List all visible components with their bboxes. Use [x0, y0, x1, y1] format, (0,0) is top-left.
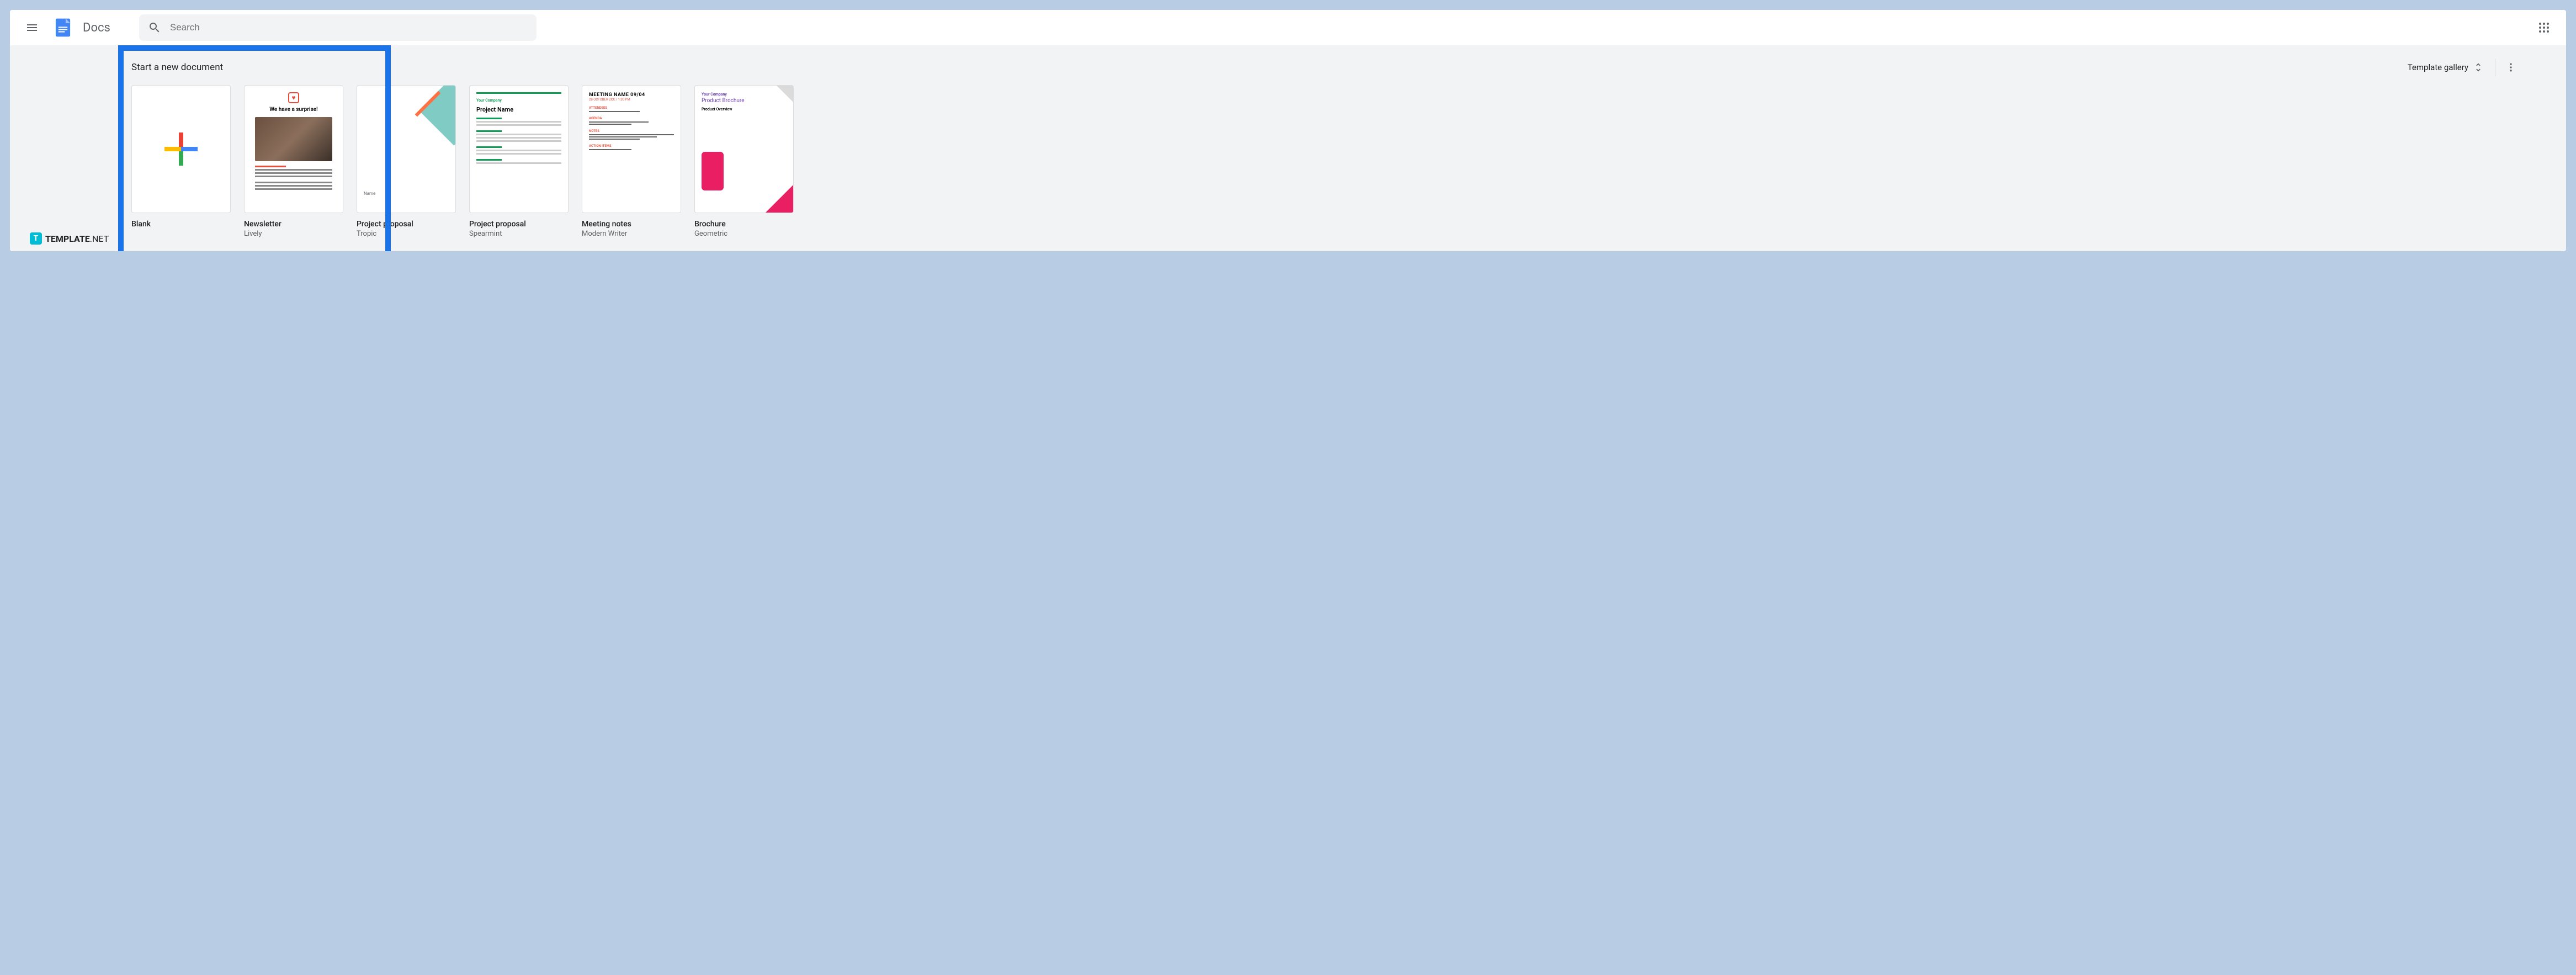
template-subtitle: Modern Writer — [582, 230, 681, 238]
google-apps-button[interactable] — [2531, 14, 2557, 41]
more-vert-icon — [2505, 62, 2516, 73]
watermark: T TEMPLATE.NET — [30, 232, 109, 245]
template-thumb-brochure: Your Company Product Brochure Product Ov… — [694, 85, 794, 213]
template-title: Meeting notes — [582, 220, 681, 229]
template-project-proposal-tropic[interactable]: Name Project proposal Tropic — [357, 85, 456, 238]
main-menu-button[interactable] — [19, 14, 45, 41]
template-gallery-button[interactable]: Template gallery — [2401, 57, 2490, 77]
template-title: Newsletter — [244, 220, 343, 229]
gallery-controls: Template gallery — [2401, 56, 2522, 78]
app-name: Docs — [83, 21, 110, 35]
template-subtitle: Tropic — [357, 230, 456, 238]
plus-icon — [164, 133, 198, 166]
watermark-badge: T — [30, 232, 42, 245]
hamburger-icon — [25, 21, 39, 34]
template-brochure[interactable]: Your Company Product Brochure Product Ov… — [694, 85, 794, 238]
docs-logo-icon — [53, 18, 73, 38]
template-title: Project proposal — [357, 220, 456, 229]
template-title: Project proposal — [469, 220, 569, 229]
search-bar[interactable] — [139, 14, 537, 41]
watermark-text: TEMPLATE.NET — [45, 234, 109, 244]
section-title: Start a new document — [131, 62, 223, 73]
docs-logo[interactable] — [52, 17, 74, 39]
template-subtitle: Geometric — [694, 230, 794, 238]
gallery-label: Template gallery — [2408, 62, 2468, 72]
more-options-button[interactable] — [2500, 56, 2522, 78]
template-title: Brochure — [694, 220, 794, 229]
templates-header: Start a new document Template gallery — [10, 54, 2566, 81]
template-newsletter[interactable]: ♥ We have a surprise! Newsletter Lively — [244, 85, 343, 238]
template-thumb-newsletter: ♥ We have a surprise! — [244, 85, 343, 213]
template-meeting-notes[interactable]: MEETING NAME 09/04 28 OCTOBER 2XX / 1:30… — [582, 85, 681, 238]
search-icon — [148, 21, 161, 34]
templates-row: Blank ♥ We have a surprise! N — [10, 85, 2566, 238]
unfold-more-icon — [2473, 62, 2484, 73]
template-title: Blank — [131, 220, 231, 229]
template-thumb-tropic: Name — [357, 85, 456, 213]
app-frame: Docs Start a new document Template galle… — [10, 10, 2566, 251]
template-thumb-meeting-notes: MEETING NAME 09/04 28 OCTOBER 2XX / 1:30… — [582, 85, 681, 213]
template-thumb-blank — [131, 85, 231, 213]
apps-grid-icon — [2537, 21, 2551, 34]
heart-icon: ♥ — [288, 92, 299, 103]
template-subtitle: Lively — [244, 230, 343, 238]
template-subtitle: Spearmint — [469, 230, 569, 238]
templates-section: Start a new document Template gallery — [10, 45, 2566, 251]
template-blank[interactable]: Blank — [131, 85, 231, 238]
header-bar: Docs — [10, 10, 2566, 45]
template-project-proposal-spearmint[interactable]: Your Company Project Name — [469, 85, 569, 238]
template-thumb-spearmint: Your Company Project Name — [469, 85, 569, 213]
search-input[interactable] — [170, 22, 528, 33]
